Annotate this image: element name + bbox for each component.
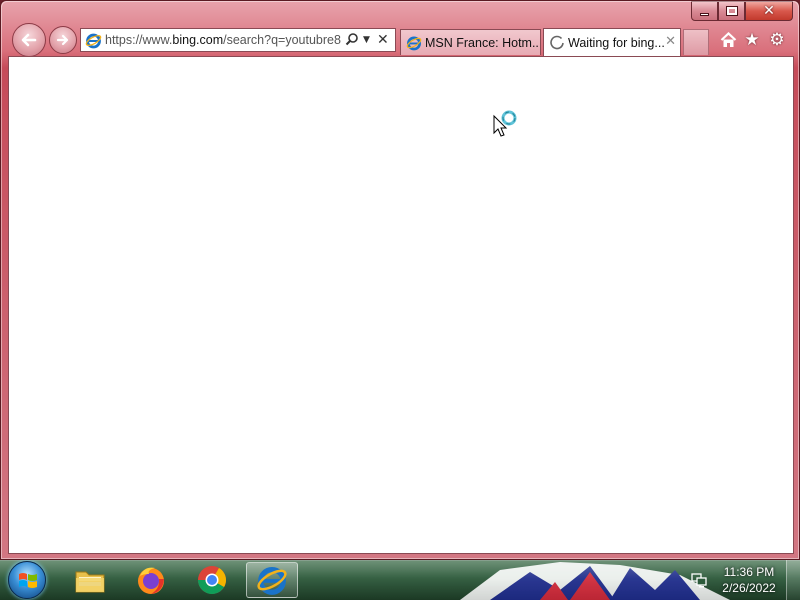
chevron-down-icon[interactable]: ▼ xyxy=(363,32,370,48)
favorites-button[interactable]: ★ xyxy=(742,30,762,50)
chrome-icon xyxy=(198,566,226,594)
taskbar xyxy=(0,560,800,600)
start-button[interactable] xyxy=(8,561,46,599)
url-prefix: https://www. xyxy=(105,33,173,47)
system-clock[interactable]: 11:36 PM 2/26/2022 xyxy=(720,564,778,596)
minimize-button[interactable] xyxy=(691,1,718,21)
ie-icon xyxy=(257,567,287,595)
ie-icon xyxy=(85,33,102,49)
tools-button[interactable]: ⚙ xyxy=(767,30,787,50)
url-text[interactable]: https://www.bing.com/search?q=youtubre8 xyxy=(105,33,341,47)
maximize-button[interactable] xyxy=(718,1,745,21)
back-arrow-icon xyxy=(21,33,37,47)
gear-icon: ⚙ xyxy=(769,30,785,50)
new-tab-button[interactable] xyxy=(683,29,709,55)
page-content[interactable] xyxy=(8,56,794,554)
url-domain: bing.com xyxy=(172,33,224,47)
taskbar-glass xyxy=(0,560,800,600)
loading-spinner-icon xyxy=(550,35,564,50)
tab-bing-loading[interactable]: Waiting for bing... ✕ xyxy=(543,28,681,56)
taskbar-firefox[interactable] xyxy=(125,562,177,598)
url-path: /search?q=youtubre8 xyxy=(223,33,341,47)
forward-arrow-icon xyxy=(56,34,69,46)
show-desktop-button[interactable] xyxy=(786,560,800,600)
tab-title: Waiting for bing... xyxy=(568,35,665,50)
home-icon xyxy=(720,32,736,47)
tab-msn-france[interactable]: MSN France: Hotm... xyxy=(400,29,541,55)
firefox-icon xyxy=(138,567,164,594)
busy-cursor-icon xyxy=(493,110,517,137)
taskbar-internet-explorer[interactable] xyxy=(246,562,298,598)
windows-start-icon xyxy=(19,573,37,588)
home-button[interactable] xyxy=(718,30,738,50)
back-button[interactable] xyxy=(12,23,46,57)
window-controls: ✕ xyxy=(691,1,793,21)
close-tab-icon[interactable]: ✕ xyxy=(665,34,676,50)
browser-window: ✕ https://www.bing.com/search?q=youtubre… xyxy=(0,0,800,560)
close-icon: ✕ xyxy=(763,3,775,19)
taskbar-explorer[interactable] xyxy=(64,562,116,598)
network-icon[interactable] xyxy=(691,572,707,588)
close-window-button[interactable]: ✕ xyxy=(745,1,793,21)
minimize-icon xyxy=(700,12,709,16)
star-icon: ★ xyxy=(744,30,760,50)
maximize-icon xyxy=(725,6,738,16)
search-icon[interactable] xyxy=(345,32,359,51)
ie-icon xyxy=(406,36,422,51)
address-bar[interactable]: https://www.bing.com/search?q=youtubre8 … xyxy=(80,28,396,52)
tab-title: MSN France: Hotm... xyxy=(425,35,541,50)
stop-button[interactable]: ✕ xyxy=(377,32,389,48)
clock-time: 11:36 PM xyxy=(723,565,775,579)
clock-date: 2/26/2022 xyxy=(722,581,776,595)
taskbar-chrome[interactable] xyxy=(186,562,238,598)
forward-button[interactable] xyxy=(49,26,77,54)
folder-icon xyxy=(75,571,105,593)
